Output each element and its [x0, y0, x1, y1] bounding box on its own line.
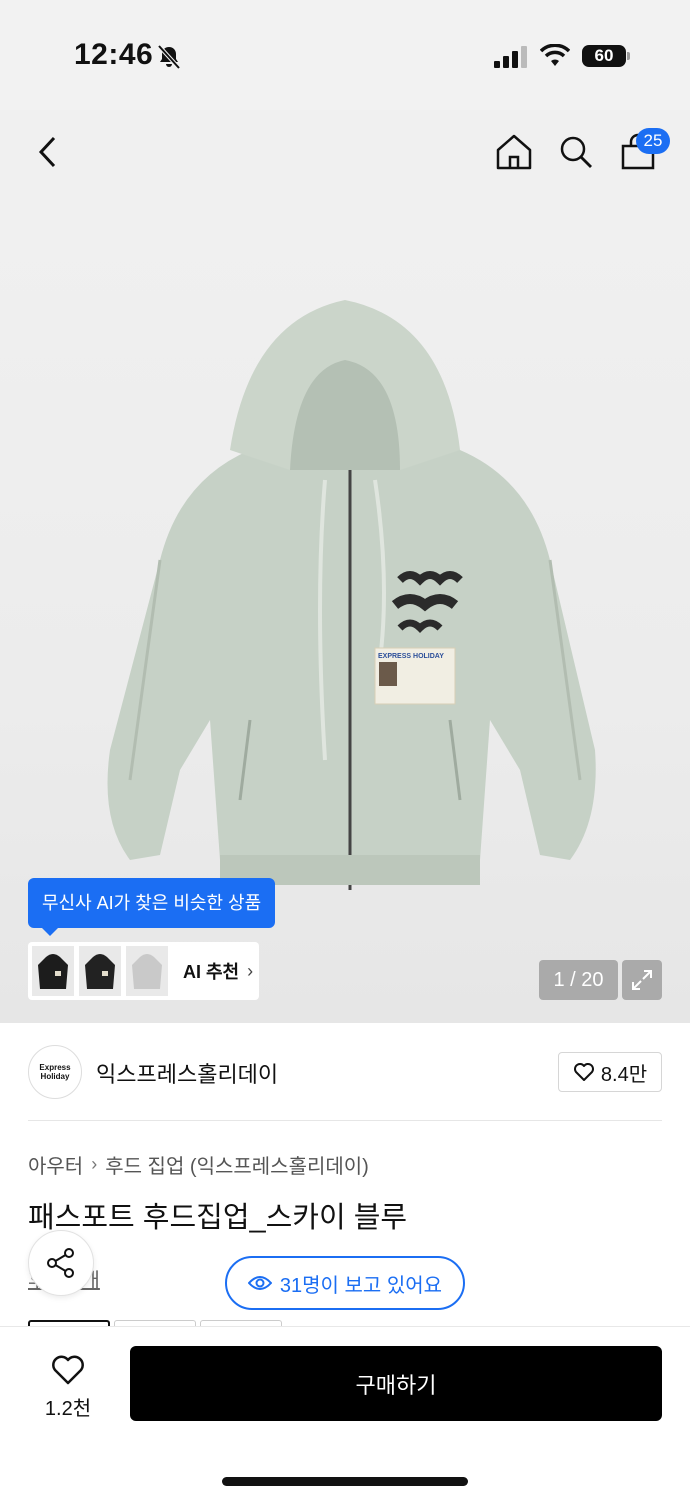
live-viewers-badge: 31명이 보고 있어요 — [225, 1256, 465, 1310]
status-time: 12:46 — [74, 38, 154, 71]
brand-name[interactable]: 익스프레스홀리데이 — [96, 1057, 278, 1089]
brand-like-button[interactable]: 8.4만 — [558, 1052, 662, 1092]
breadcrumb-item[interactable]: 아우터 — [28, 1150, 83, 1179]
home-indicator[interactable] — [222, 1477, 468, 1486]
wishlist-count: 1.2천 — [44, 1397, 92, 1420]
brand-row[interactable]: Express Holiday 익스프레스홀리데이 8.4만 — [28, 1043, 662, 1101]
ai-recommend-card[interactable]: AI 추천 › — [28, 942, 259, 1000]
product-image-carousel[interactable]: EXPRESS HOLIDAY 무신사 AI가 찾은 비슷한 상품 — [0, 200, 690, 1023]
live-viewers-text: 31명이 보고 있어요 — [279, 1274, 443, 1297]
image-page-indicator: 1 / 20 — [539, 960, 618, 1000]
ai-thumb-1[interactable] — [32, 946, 74, 996]
hoodie-product-image: EXPRESS HOLIDAY — [107, 300, 596, 890]
brand-logo-text-1: Express — [39, 1063, 71, 1072]
bell-off-icon — [157, 44, 181, 70]
ai-thumb-2[interactable] — [79, 946, 121, 996]
brand-like-count: 8.4만 — [600, 1063, 648, 1086]
hoodie-thumbnail-icon — [38, 954, 68, 989]
share-button[interactable] — [28, 1230, 94, 1296]
breadcrumb-item[interactable]: 후드 집업 (익스프레스홀리데이) — [105, 1150, 369, 1179]
product-title: 패스포트 후드집업_스카이 블루 — [28, 1202, 408, 1234]
chevron-right-icon: › — [91, 1154, 98, 1174]
brand-logo[interactable]: Express Holiday — [28, 1045, 82, 1099]
ai-thumb-3[interactable] — [126, 946, 168, 996]
heart-icon — [52, 1355, 84, 1384]
divider — [28, 1120, 662, 1121]
hoodie-thumbnail-icon — [132, 954, 162, 989]
expand-icon — [632, 970, 652, 990]
eye-icon — [247, 1276, 272, 1290]
cart-count-badge: 25 — [636, 128, 670, 154]
home-button[interactable] — [490, 128, 538, 176]
home-icon — [496, 134, 532, 170]
status-bar: 12:46 60 — [0, 0, 690, 110]
bottom-purchase-bar: 1.2천 구매하기 — [0, 1326, 690, 1500]
heart-icon — [573, 1063, 594, 1081]
top-nav — [0, 110, 690, 200]
battery-level: 60 — [582, 45, 626, 67]
wishlist-button[interactable]: 1.2천 — [28, 1347, 108, 1427]
svg-text:EXPRESS HOLIDAY: EXPRESS HOLIDAY — [378, 653, 444, 660]
breadcrumb: 아우터 › 후드 집업 (익스프레스홀리데이) — [28, 1150, 369, 1179]
back-button[interactable] — [24, 128, 72, 176]
ai-recommend-tooltip: 무신사 AI가 찾은 비슷한 상품 — [28, 878, 276, 936]
search-button[interactable] — [552, 128, 600, 176]
chevron-right-icon: › — [247, 960, 254, 981]
share-icon — [47, 1248, 74, 1278]
expand-image-button[interactable] — [622, 960, 662, 1000]
chevron-left-icon — [38, 136, 56, 168]
ai-recommend-label: AI 추천 — [183, 962, 240, 982]
buy-button[interactable]: 구매하기 — [130, 1346, 662, 1421]
wifi-icon — [540, 44, 570, 66]
brand-logo-text-2: Holiday — [40, 1072, 70, 1081]
hoodie-thumbnail-icon — [85, 954, 115, 989]
search-icon — [560, 136, 592, 168]
battery-tip — [627, 52, 630, 60]
signal-icon — [494, 46, 527, 68]
